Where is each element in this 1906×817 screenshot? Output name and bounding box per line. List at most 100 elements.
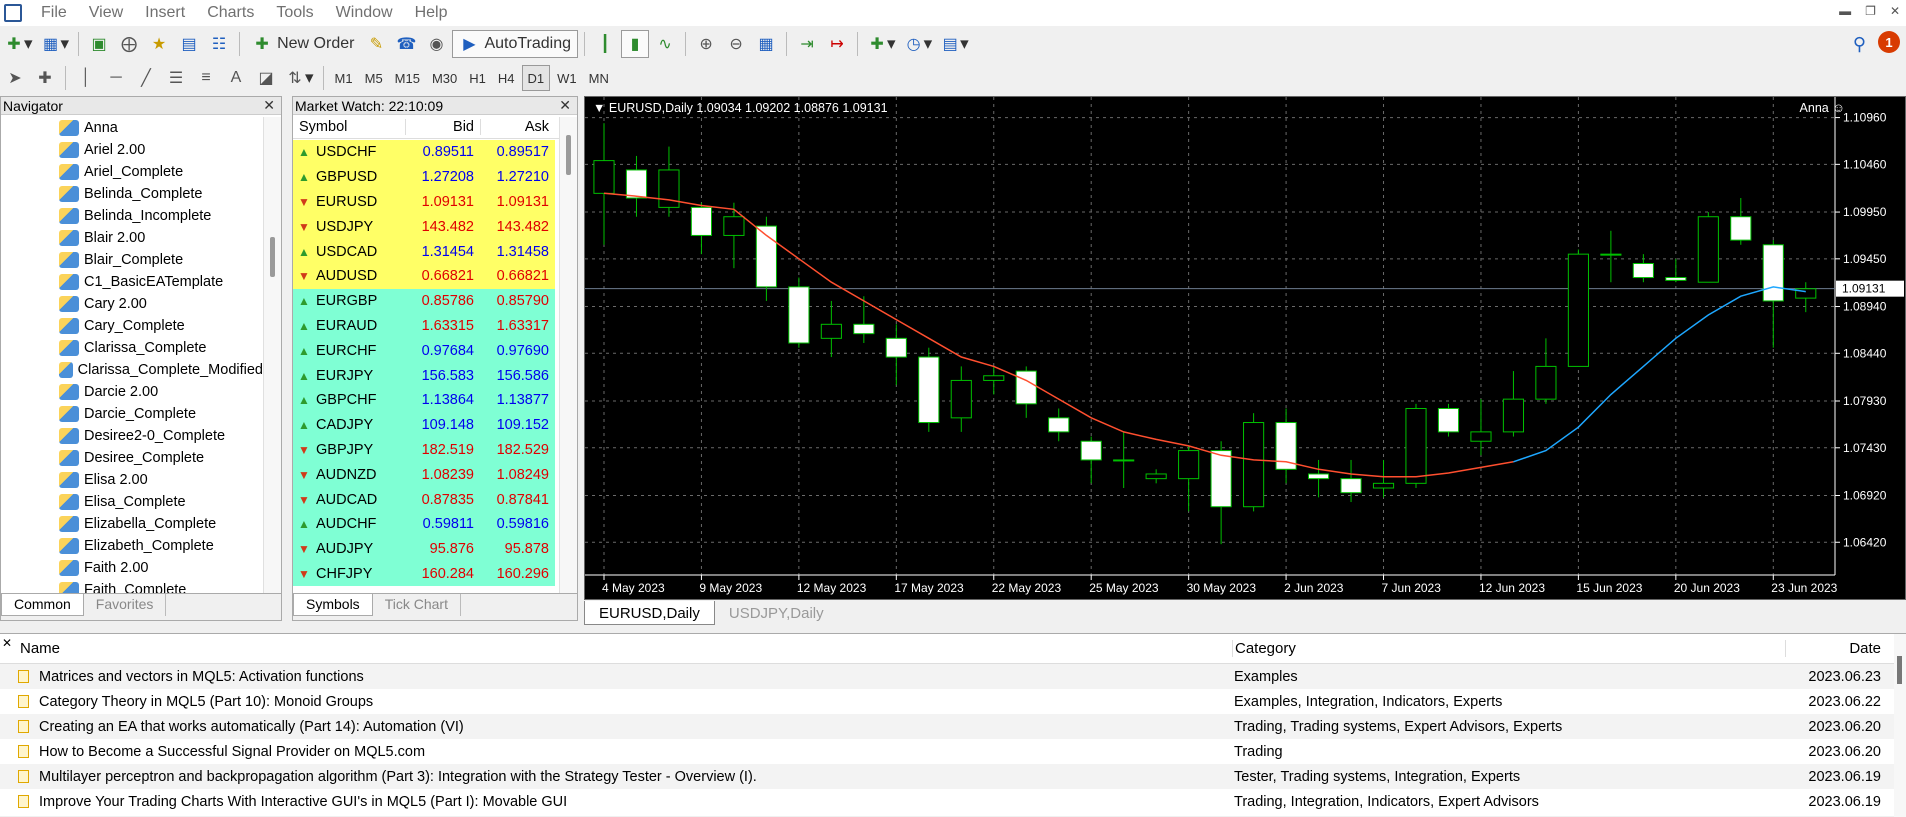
strategy-tester-toggle[interactable]: ☷ xyxy=(205,30,233,58)
market-watch-row[interactable]: ▲ CADJPY 109.148 109.152 xyxy=(293,412,555,438)
menu-window[interactable]: Window xyxy=(325,0,404,26)
chart-tab-usdjpy[interactable]: USDJPY,Daily xyxy=(715,601,838,625)
timeframe-m1[interactable]: M1 xyxy=(330,65,358,91)
close-icon[interactable]: ✕ xyxy=(2,636,12,650)
navigator-item[interactable]: Clarissa_Complete xyxy=(1,337,263,359)
fibonacci-button[interactable]: ≡ xyxy=(192,64,220,92)
timeframe-m30[interactable]: M30 xyxy=(427,65,462,91)
tab-symbols[interactable]: Symbols xyxy=(293,594,373,616)
navigator-item[interactable]: Darcie_Complete xyxy=(1,403,263,425)
timeframe-m15[interactable]: M15 xyxy=(390,65,425,91)
timeframe-h1[interactable]: H1 xyxy=(464,65,491,91)
column-ask[interactable]: Ask xyxy=(480,118,555,135)
market-watch-row[interactable]: ▲ EURCHF 0.97684 0.97690 xyxy=(293,338,555,364)
crosshair-button[interactable]: ✚ xyxy=(31,64,59,92)
close-icon[interactable]: ✕ xyxy=(559,97,571,114)
article-row[interactable]: Multilayer perceptron and backpropagatio… xyxy=(0,764,1906,789)
navigator-item[interactable]: Cary_Complete xyxy=(1,315,263,337)
market-watch-scrollbar[interactable] xyxy=(559,117,577,593)
close-icon[interactable]: ✕ xyxy=(1890,4,1900,18)
navigator-item[interactable]: Desiree2-0_Complete xyxy=(1,425,263,447)
article-row[interactable]: Creating an EA that works automatically … xyxy=(0,714,1906,739)
navigator-item[interactable]: Clarissa_Complete_Modified xyxy=(1,359,263,381)
scrollbar-thumb[interactable] xyxy=(1897,656,1902,684)
autoscroll-button[interactable]: ⇥ xyxy=(793,30,821,58)
close-icon[interactable]: ✕ xyxy=(263,97,275,114)
menu-tools[interactable]: Tools xyxy=(265,0,324,26)
periods-button[interactable]: ◷ ▾ xyxy=(901,30,936,58)
new-chart-button[interactable]: ✚ ▾ xyxy=(1,30,36,58)
market-watch-row[interactable]: ▼ EURUSD 1.09131 1.09131 xyxy=(293,189,555,215)
navigator-item[interactable]: Ariel_Complete xyxy=(1,161,263,183)
restore-icon[interactable]: ❐ xyxy=(1865,4,1876,18)
article-row[interactable]: How to Become a Successful Signal Provid… xyxy=(0,739,1906,764)
market-watch-row[interactable]: ▼ CHFJPY 160.284 160.296 xyxy=(293,561,555,587)
signals-button[interactable]: ☎ xyxy=(392,30,420,58)
market-watch-row[interactable]: ▼ AUDUSD 0.66821 0.66821 xyxy=(293,263,555,289)
navigator-item[interactable]: C1_BasicEATemplate xyxy=(1,271,263,293)
timeframe-w1[interactable]: W1 xyxy=(552,65,582,91)
scrollbar-thumb[interactable] xyxy=(270,237,275,277)
search-icon[interactable]: ⚲ xyxy=(1853,34,1866,55)
minimize-icon[interactable]: ▬ xyxy=(1839,4,1851,18)
text-button[interactable]: A xyxy=(222,64,250,92)
tab-common[interactable]: Common xyxy=(1,594,84,616)
trendline-button[interactable]: ╱ xyxy=(132,64,160,92)
column-bid[interactable]: Bid xyxy=(405,118,480,135)
navigator-item[interactable]: Elizabella_Complete xyxy=(1,513,263,535)
market-watch-row[interactable]: ▲ USDCAD 1.31454 1.31458 xyxy=(293,239,555,264)
horizontal-line-button[interactable]: ─ xyxy=(102,64,130,92)
market-watch-row[interactable]: ▼ AUDNZD 1.08239 1.08249 xyxy=(293,462,555,488)
market-watch-row[interactable]: ▲ AUDCHF 0.59811 0.59816 xyxy=(293,511,555,537)
indicators-button[interactable]: ✚ ▾ xyxy=(864,30,899,58)
navigator-item[interactable]: Anna xyxy=(1,117,263,139)
terminal-toggle[interactable]: ▤ xyxy=(175,30,203,58)
column-date[interactable]: Date xyxy=(1785,640,1895,657)
timeframe-d1[interactable]: D1 xyxy=(521,65,551,91)
cursor-button[interactable]: ➤ xyxy=(1,64,29,92)
market-watch-toggle[interactable]: ▣ xyxy=(85,30,113,58)
text-label-button[interactable]: ◪ xyxy=(252,64,280,92)
vps-button[interactable]: ◉ xyxy=(422,30,450,58)
market-watch-row[interactable]: ▲ EURAUD 1.63315 1.63317 xyxy=(293,313,555,339)
market-watch-row[interactable]: ▼ USDJPY 143.482 143.482 xyxy=(293,214,555,240)
market-watch-row[interactable]: ▲ GBPUSD 1.27208 1.27210 xyxy=(293,164,555,190)
articles-scrollbar[interactable] xyxy=(1894,634,1906,817)
navigator-item[interactable]: Faith 2.00 xyxy=(1,557,263,579)
navigator-item[interactable]: Cary 2.00 xyxy=(1,293,263,315)
autotrading-button[interactable]: ▶ AutoTrading xyxy=(452,30,579,58)
new-order-button[interactable]: ✚ New Order xyxy=(246,30,360,58)
article-row[interactable]: Category Theory in MQL5 (Part 10): Monoi… xyxy=(0,689,1906,714)
market-watch-row[interactable]: ▲ EURJPY 156.583 156.586 xyxy=(293,363,555,388)
price-chart[interactable]: 1.10960 1.10460 1.09950 1.09450 1.08940 1.084… xyxy=(585,97,1905,599)
candlesticks-button[interactable]: ▮ xyxy=(621,30,650,58)
menu-help[interactable]: Help xyxy=(404,0,459,26)
timeframe-m5[interactable]: M5 xyxy=(360,65,388,91)
tile-windows-button[interactable]: ▦ xyxy=(752,30,780,58)
line-chart-button[interactable]: ∿ xyxy=(651,30,679,58)
arrows-button[interactable]: ⇅ ▾ xyxy=(282,64,317,92)
chart-tab-eurusd[interactable]: EURUSD,Daily xyxy=(584,601,715,625)
navigator-item[interactable]: Belinda_Complete xyxy=(1,183,263,205)
data-window-toggle[interactable]: ⨁ xyxy=(115,30,143,58)
tab-favorites[interactable]: Favorites xyxy=(84,594,167,616)
navigator-item[interactable]: Elisa 2.00 xyxy=(1,469,263,491)
market-watch-row[interactable]: ▲ USDCHF 0.89511 0.89517 xyxy=(293,140,555,165)
market-watch-row[interactable]: ▲ GBPCHF 1.13864 1.13877 xyxy=(293,387,555,413)
navigator-item[interactable]: Blair_Complete xyxy=(1,249,263,271)
chart-shift-button[interactable]: ↦ xyxy=(823,30,851,58)
navigator-item[interactable]: Faith_Complete xyxy=(1,579,263,593)
navigator-item[interactable]: Blair 2.00 xyxy=(1,227,263,249)
navigator-item[interactable]: Elisa_Complete xyxy=(1,491,263,513)
menu-charts[interactable]: Charts xyxy=(196,0,265,26)
navigator-scrollbar[interactable] xyxy=(263,117,281,593)
equidistant-channel-button[interactable]: ☰ xyxy=(162,64,190,92)
zoom-in-button[interactable]: ⊕ xyxy=(692,30,720,58)
metaeditor-button[interactable]: ✎ xyxy=(362,30,390,58)
bar-chart-button[interactable]: ┃ xyxy=(591,30,619,58)
navigator-item[interactable]: Belinda_Incomplete xyxy=(1,205,263,227)
article-row[interactable]: Matrices and vectors in MQL5: Activation… xyxy=(0,664,1906,689)
scrollbar-thumb[interactable] xyxy=(566,135,571,175)
notifications-badge[interactable]: 1 xyxy=(1878,31,1900,53)
navigator-toggle[interactable]: ★ xyxy=(145,30,173,58)
